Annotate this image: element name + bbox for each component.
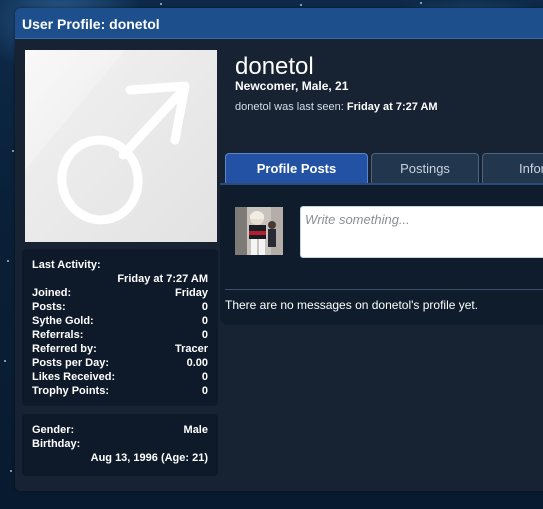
stat-value: 0.00 xyxy=(186,357,208,369)
last-seen-value: Friday at 7:27 AM xyxy=(346,101,438,113)
tab-profile-posts[interactable]: Profile Posts xyxy=(225,153,368,183)
stat-row-last-activity: Last Activity: xyxy=(32,259,208,273)
empty-messages-notice: There are no messages on donetol's profi… xyxy=(225,298,479,312)
stat-label: Last Activity: xyxy=(32,259,101,271)
stat-label: Referrals: xyxy=(32,329,84,341)
stat-value: 0 xyxy=(201,315,208,327)
birthday-label: Birthday: xyxy=(32,438,81,450)
tab-information[interactable]: Infor xyxy=(482,153,543,183)
stat-value: Friday xyxy=(174,287,208,299)
tab-postings[interactable]: Postings xyxy=(371,153,479,183)
stat-value: 0 xyxy=(201,371,208,383)
stat-row-joined: Joined: Friday xyxy=(32,287,208,301)
stat-row-posts-per-day: Posts per Day: 0.00 xyxy=(32,357,208,371)
stat-row-likes-received: Likes Received: 0 xyxy=(32,371,208,385)
stat-label: Joined: xyxy=(32,287,72,299)
meta-row-birthday-value: Aug 13, 1996 (Age: 21) xyxy=(32,452,208,466)
gender-value: Male xyxy=(183,424,208,436)
background-star xyxy=(420,2,422,4)
current-user-avatar[interactable] xyxy=(235,207,283,255)
stat-label: Posts per Day: xyxy=(32,357,110,369)
meta-row-birthday: Birthday: xyxy=(32,438,208,452)
stat-row-referrals: Referrals: 0 xyxy=(32,329,208,343)
panel-header: User Profile: donetol xyxy=(15,8,543,39)
background-star xyxy=(12,150,14,152)
user-title: Newcomer, Male, 21 xyxy=(235,79,349,93)
stat-value: 0 xyxy=(201,329,208,341)
user-stats-card: Last Activity: Friday at 7:27 AM Joined:… xyxy=(22,249,218,406)
profile-panel: User Profile: donetol Last Activity: Fri… xyxy=(15,8,543,491)
gender-label: Gender: xyxy=(32,424,75,436)
stat-label: Sythe Gold: xyxy=(32,315,94,327)
background-star xyxy=(7,260,9,262)
status-box[interactable] xyxy=(300,206,543,258)
referrer-link[interactable]: Tracer xyxy=(175,343,208,355)
stat-label: Trophy Points: xyxy=(32,385,109,397)
background-star xyxy=(4,360,6,362)
last-seen: donetol was last seen: Friday at 7:27 AM xyxy=(235,101,438,113)
background-star xyxy=(300,4,302,6)
stat-row-referred-by: Referred by: Tracer xyxy=(32,343,208,357)
stat-label: Referred by: xyxy=(32,343,97,355)
user-meta-card: Gender: Male Birthday: Aug 13, 1996 (Age… xyxy=(22,414,218,476)
stat-label: Posts: xyxy=(32,301,66,313)
stat-value: 0 xyxy=(201,301,208,313)
background-star xyxy=(10,470,12,472)
last-seen-label: donetol was last seen: xyxy=(235,101,344,113)
birthday-value: Aug 13, 1996 (Age: 21) xyxy=(90,452,208,464)
avatar[interactable] xyxy=(25,50,217,242)
stat-row-posts[interactable]: Posts: 0 xyxy=(32,301,208,315)
stat-value: Friday at 7:27 AM xyxy=(117,273,208,285)
divider xyxy=(225,289,543,290)
meta-row-gender: Gender: Male xyxy=(32,424,208,438)
stat-value: 0 xyxy=(201,385,208,397)
stat-row-sythe-gold: Sythe Gold: 0 xyxy=(32,315,208,329)
status-input[interactable] xyxy=(301,207,543,232)
background-star xyxy=(160,3,162,5)
page-title: User Profile: donetol xyxy=(22,16,160,32)
username-heading: donetol xyxy=(235,53,314,80)
male-symbol-icon xyxy=(25,50,190,225)
stat-row-last-activity-value: Friday at 7:27 AM xyxy=(32,273,208,287)
profile-posts-area: There are no messages on donetol's profi… xyxy=(220,185,543,325)
stat-row-trophy-points[interactable]: Trophy Points: 0 xyxy=(32,385,208,399)
stat-label: Likes Received: xyxy=(32,371,116,383)
user-photo-icon xyxy=(235,207,283,255)
